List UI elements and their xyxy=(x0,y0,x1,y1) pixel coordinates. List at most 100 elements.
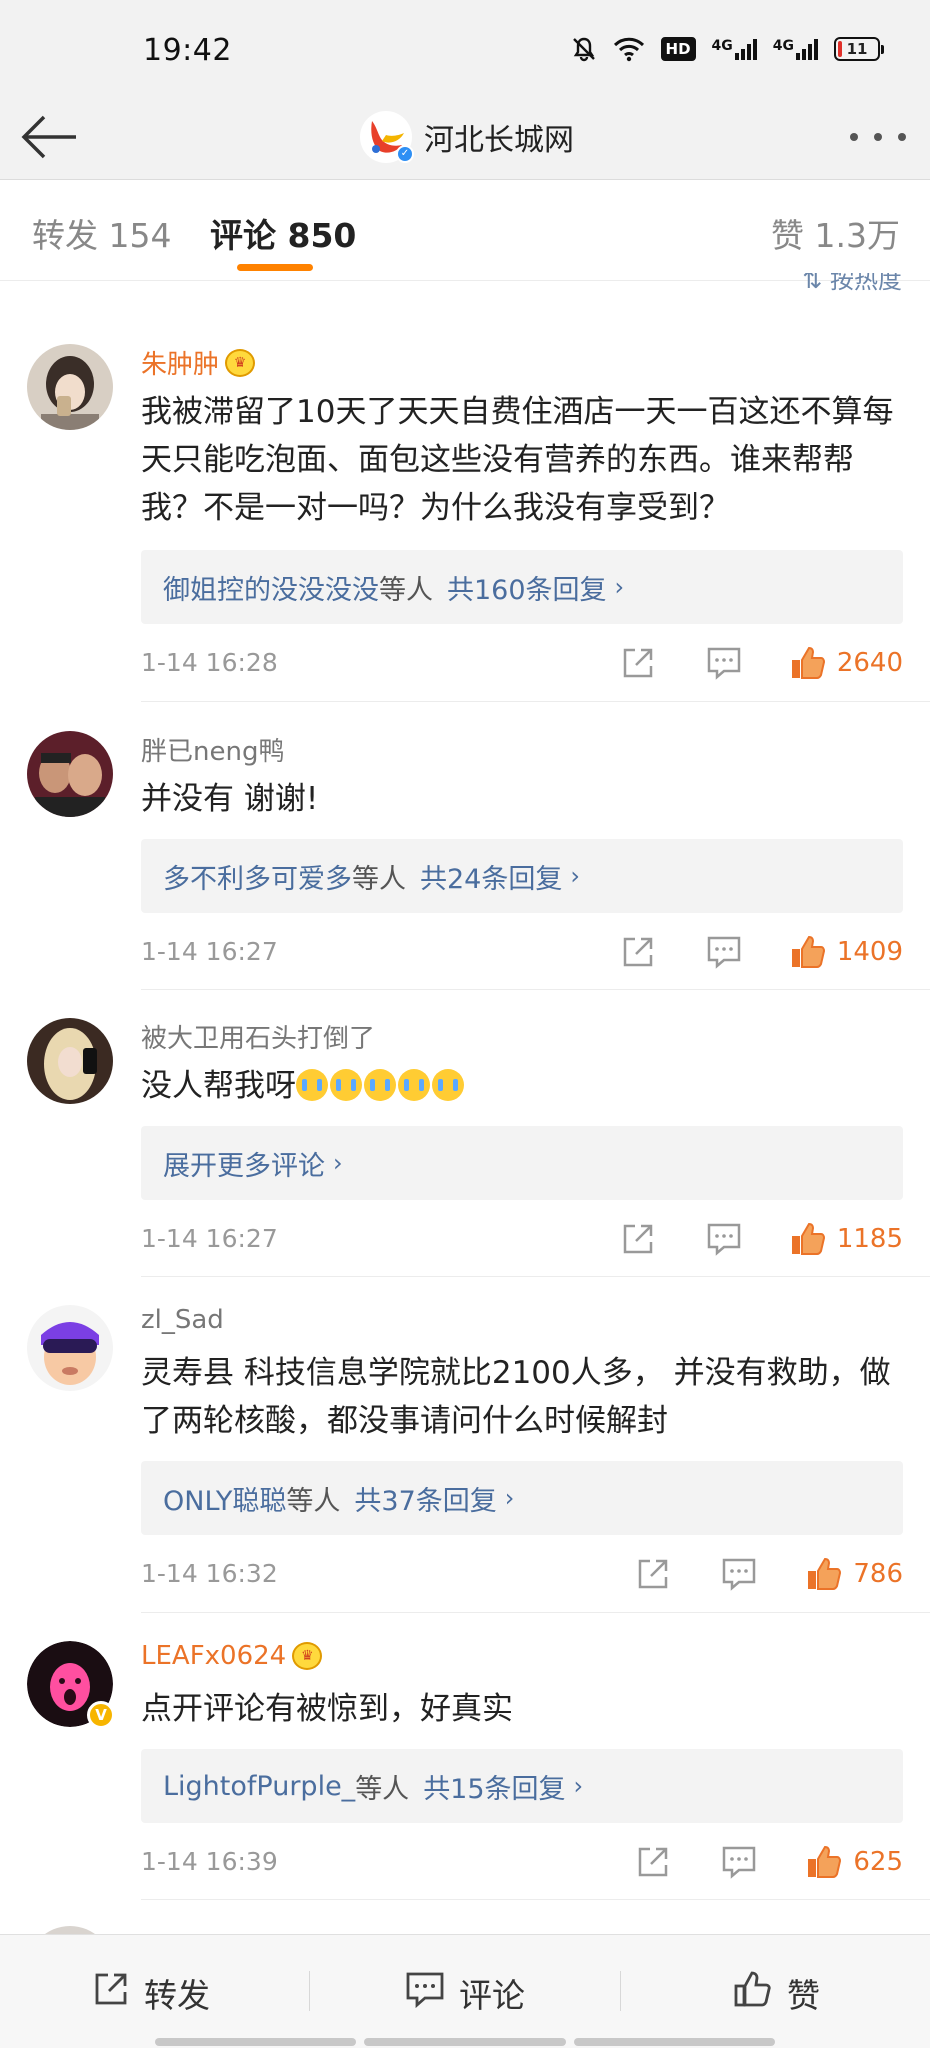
replies-preview[interactable]: ONLY聪聪 等人 共37条回复 › xyxy=(141,1461,903,1535)
thumbs-up-icon[interactable] xyxy=(805,1555,843,1593)
like-count: 2640 xyxy=(836,648,903,678)
username-text: 胖已neng鸭 xyxy=(141,737,285,767)
reply-by-label: 等人 xyxy=(286,1485,341,1517)
like-button[interactable]: 赞 xyxy=(733,1969,820,2017)
divider xyxy=(309,1971,310,2011)
replies-preview[interactable]: 多不利多可爱多 等人 共24条回复 › xyxy=(141,839,903,913)
comment-meta: 1-14 16:27 1185 xyxy=(141,1220,903,1260)
share-icon[interactable] xyxy=(621,1222,655,1256)
tab-bar: 转发 154 评论 850 赞 1.3万 xyxy=(0,181,930,281)
comment-label: 评论 xyxy=(459,1976,525,2015)
like-count: 1185 xyxy=(836,1224,903,1254)
reply-by-label: 等人 xyxy=(352,863,406,895)
thumbs-up-icon[interactable] xyxy=(789,1220,827,1258)
share-icon[interactable] xyxy=(621,646,655,680)
comment-meta: 1-14 16:28 2640 xyxy=(141,644,903,684)
page-title: 河北长城网 xyxy=(424,123,574,158)
comment-text: 没人帮我呀 xyxy=(141,1062,906,1110)
home-indicator[interactable] xyxy=(155,2038,775,2046)
comment-username[interactable]: 胖已neng鸭 xyxy=(141,731,284,768)
chevron-right-icon: › xyxy=(504,1484,515,1512)
reply-user-names: 多不利多可爱多 xyxy=(163,863,352,895)
verified-badge-icon: ✓ xyxy=(396,145,414,163)
reply-count: 共15条回复 xyxy=(423,1773,566,1805)
vip-crown-icon: ♛ xyxy=(225,348,256,377)
expand-more-comments[interactable]: 展开更多评论 › xyxy=(141,1126,903,1200)
comment-meta: 1-14 16:32 786 xyxy=(141,1555,903,1595)
comment-username[interactable]: zl_Sad xyxy=(141,1305,224,1335)
avatar[interactable]: V xyxy=(27,1641,115,1729)
cell-signal-icon: 4G xyxy=(712,38,757,60)
comment-item: V LEAFx0624 ♛ 点开评论有被惊到，好真实 LightofPurple… xyxy=(0,1613,930,1900)
comment-text: 灵寿县 科技信息学院就比2100人多， 并没有救助，做了两轮核酸，都没事请问什么… xyxy=(141,1355,891,1439)
chevron-right-icon: › xyxy=(333,1149,343,1177)
avatar[interactable] xyxy=(27,1018,113,1104)
comment-date: 1-14 16:32 xyxy=(141,1559,278,1588)
comment-username[interactable]: LEAFx0624 ♛ xyxy=(141,1641,323,1671)
username-text: LEAFx0624 xyxy=(141,1641,287,1671)
share-icon[interactable] xyxy=(636,1557,670,1591)
thumbs-up-icon[interactable] xyxy=(805,1843,843,1881)
comment-icon[interactable] xyxy=(721,1557,757,1591)
sort-icon: ⇅ xyxy=(802,273,823,293)
comment-meta: 1-14 16:27 1409 xyxy=(141,933,903,973)
comment-date: 1-14 16:39 xyxy=(141,1847,278,1876)
avatar[interactable] xyxy=(27,344,113,430)
back-arrow-icon[interactable] xyxy=(20,107,80,167)
repost-label: 转发 xyxy=(144,1976,210,2015)
comment-date: 1-14 16:28 xyxy=(141,648,278,677)
sort-label: 按热度 xyxy=(830,273,902,293)
battery-icon: 11 xyxy=(834,37,884,61)
reply-user-names: ONLY聪聪 xyxy=(163,1485,287,1517)
avatar[interactable] xyxy=(27,1305,113,1391)
crying-emoji-icon xyxy=(296,1069,328,1101)
thumbs-up-icon[interactable] xyxy=(789,644,827,682)
reply-user-names: LightofPurple_ xyxy=(163,1770,356,1802)
divider xyxy=(141,1899,930,1900)
reply-count: 共37条回复 xyxy=(354,1485,497,1517)
replies-preview[interactable]: LightofPurple_ 等人 共15条回复 › xyxy=(141,1749,903,1823)
like-count: 1409 xyxy=(836,937,903,967)
share-icon[interactable] xyxy=(636,1845,670,1879)
comment-username[interactable]: 被大卫用石头打倒了 xyxy=(141,1018,375,1055)
sort-toggle[interactable]: ⇅ 按热度 xyxy=(802,273,902,293)
username-text: 朱肿肿 xyxy=(141,350,220,380)
comment-icon[interactable] xyxy=(706,1222,742,1256)
status-time: 19:42 xyxy=(143,33,232,68)
like-count: 786 xyxy=(853,1559,903,1589)
comment-text: 我被滞留了10天了天天自费住酒店一天一百这还不算每天只能吃泡面、面包这些没有营养… xyxy=(141,394,894,526)
comment-icon[interactable] xyxy=(706,935,742,969)
thumbs-up-icon xyxy=(733,1969,773,2017)
thumbs-up-icon[interactable] xyxy=(789,933,827,971)
tab-reposts[interactable]: 转发 154 xyxy=(32,209,171,257)
username-text: zl_Sad xyxy=(141,1305,224,1335)
bottom-action-bar: 转发 评论 赞 xyxy=(0,1934,930,2048)
comment-icon[interactable] xyxy=(706,646,742,680)
reply-count: 共24条回复 xyxy=(420,863,563,895)
crying-emoji-icon xyxy=(432,1069,464,1101)
avatar[interactable] xyxy=(27,731,113,817)
share-icon[interactable] xyxy=(621,935,655,969)
divider xyxy=(141,701,930,702)
brand-logo-icon: ✓ xyxy=(360,111,414,163)
comment-username[interactable]: 朱肿肿 ♛ xyxy=(141,344,256,381)
vip-crown-icon: ♛ xyxy=(292,1642,323,1670)
mute-bell-icon xyxy=(571,36,597,62)
comment-icon[interactable] xyxy=(721,1845,757,1879)
comment-text-content: 没人帮我呀 xyxy=(141,1068,296,1104)
account-header[interactable]: ✓ 河北长城网 xyxy=(360,107,574,167)
replies-preview[interactable]: 御姐控的没没没没 等人 共160条回复 › xyxy=(141,550,903,624)
comment-button[interactable]: 评论 xyxy=(405,1969,525,2017)
tab-likes[interactable]: 赞 1.3万 xyxy=(771,209,900,257)
verified-badge-icon: V xyxy=(87,1701,115,1729)
divider xyxy=(620,1971,621,2011)
username-text: 被大卫用石头打倒了 xyxy=(141,1024,376,1054)
comment-text: 并没有 谢谢! xyxy=(141,781,319,817)
more-dots-icon[interactable] xyxy=(850,115,906,159)
share-icon xyxy=(92,1970,130,2016)
comment-date: 1-14 16:27 xyxy=(141,1224,278,1253)
repost-button[interactable]: 转发 xyxy=(92,1969,210,2017)
comment-meta: 1-14 16:39 625 xyxy=(141,1843,903,1883)
status-icons: HD 4G 4G 11 xyxy=(571,36,884,62)
crying-emoji-icon xyxy=(330,1069,362,1101)
